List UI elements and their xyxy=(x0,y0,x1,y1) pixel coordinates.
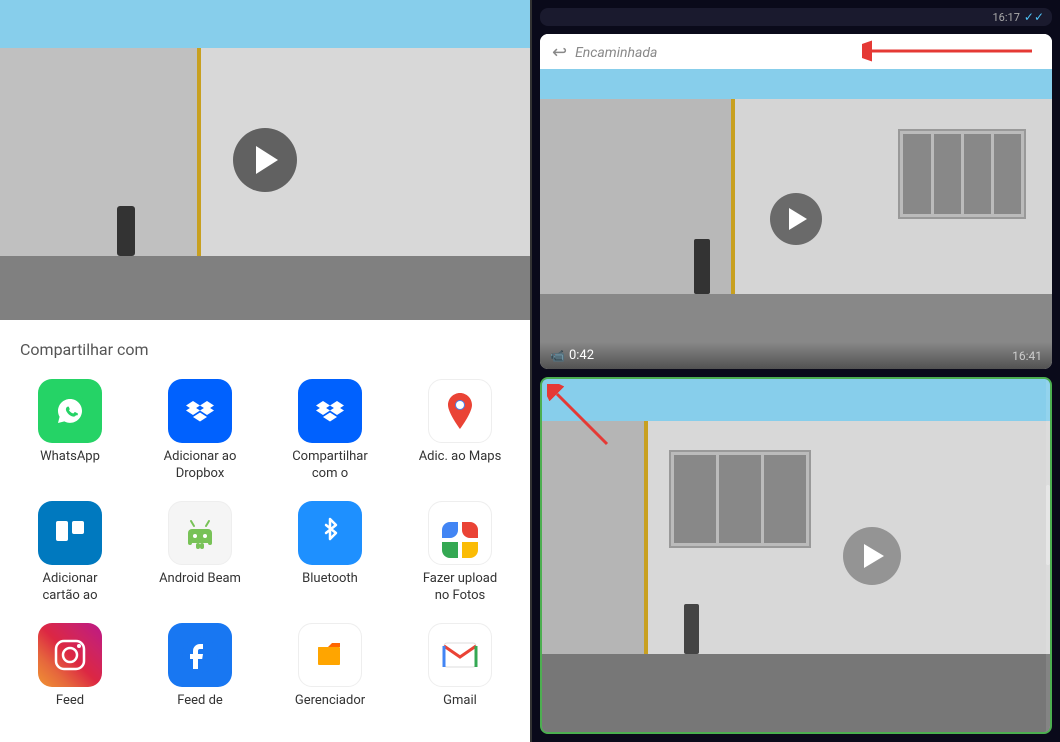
left-panel: Compartilhar com WhatsApp xyxy=(0,0,530,742)
app-instagram[interactable]: Feed xyxy=(10,623,130,710)
petal-green xyxy=(442,542,458,558)
play-button-fwd[interactable] xyxy=(770,193,822,245)
maps-label: Adic. ao Maps xyxy=(419,449,502,466)
scroll-track xyxy=(1046,379,1050,732)
app-android-beam[interactable]: Android Beam xyxy=(140,501,260,605)
forwarded-text: Encaminhada xyxy=(575,45,657,61)
play-button-left[interactable] xyxy=(233,128,297,192)
app-whatsapp[interactable]: WhatsApp xyxy=(10,379,130,483)
gmail-label: Gmail xyxy=(443,693,477,710)
app-maps[interactable]: Adic. ao Maps xyxy=(400,379,520,483)
app-bluetooth[interactable]: Bluetooth xyxy=(270,501,390,605)
play-button-bottom[interactable] xyxy=(843,527,901,585)
facebook-label: Feed de xyxy=(177,693,223,710)
share-title: Compartilhar com xyxy=(10,340,520,359)
app-dropbox-add[interactable]: Adicionar aoDropbox xyxy=(140,379,260,483)
dropbox-add-label: Adicionar aoDropbox xyxy=(164,449,237,483)
files-icon xyxy=(298,623,362,687)
bottom-video-bubble[interactable] xyxy=(540,377,1052,734)
gmail-icon xyxy=(428,623,492,687)
top-time: 16:17 xyxy=(992,11,1019,24)
dropbox-share-icon xyxy=(298,379,362,443)
red-arrow-bottom xyxy=(547,384,627,454)
scroll-thumb xyxy=(1046,485,1050,565)
maps-icon xyxy=(428,379,492,443)
video-duration: 📹 0:42 xyxy=(550,348,594,363)
trello-label: Adicionarcartão ao xyxy=(42,571,97,605)
red-arrow-fwd xyxy=(862,36,1042,66)
forwarded-bubble: ↪ Encaminhada xyxy=(540,34,1052,369)
right-panel: 16:17 ✓✓ ↪ Encaminhada xyxy=(532,0,1060,742)
bluetooth-icon xyxy=(298,501,362,565)
instagram-icon xyxy=(38,623,102,687)
petal-blue xyxy=(442,522,458,538)
app-trello[interactable]: Adicionarcartão ao xyxy=(10,501,130,605)
android-beam-label: Android Beam xyxy=(159,571,241,588)
petal-yellow xyxy=(462,542,478,558)
photos-label: Fazer uploadno Fotos xyxy=(423,571,497,605)
video-footer-fwd: 📹 0:42 16:41 xyxy=(540,342,1052,369)
play-tri-bottom xyxy=(864,544,884,568)
play-triangle-left xyxy=(256,146,278,174)
files-label: Gerenciador xyxy=(295,693,365,710)
app-dropbox-share[interactable]: Compartilharcom o xyxy=(270,379,390,483)
app-facebook[interactable]: Feed de xyxy=(140,623,260,710)
camera-icon: 📹 xyxy=(550,349,565,363)
bluetooth-label: Bluetooth xyxy=(302,571,358,588)
video-preview-left[interactable] xyxy=(0,0,530,320)
pinwheel xyxy=(442,522,478,558)
photos-icon xyxy=(428,501,492,565)
whatsapp-label: WhatsApp xyxy=(40,449,100,466)
app-gmail[interactable]: Gmail xyxy=(400,623,520,710)
android-icon xyxy=(168,501,232,565)
instagram-label: Feed xyxy=(56,693,84,710)
top-message-strip: 16:17 ✓✓ xyxy=(540,8,1052,26)
dropbox-share-label: Compartilharcom o xyxy=(292,449,368,483)
video-time: 16:41 xyxy=(1012,349,1042,363)
video-thumbnail-forwarded[interactable]: 📹 0:42 16:41 xyxy=(540,69,1052,369)
whatsapp-icon xyxy=(38,379,102,443)
share-sheet: Compartilhar com WhatsApp xyxy=(0,320,530,742)
trello-icon xyxy=(38,501,102,565)
facebook-icon xyxy=(168,623,232,687)
apps-grid: WhatsApp Adicionar aoDropbox xyxy=(10,379,520,709)
petal-red xyxy=(462,522,478,538)
app-files[interactable]: Gerenciador xyxy=(270,623,390,710)
read-checkmarks: ✓✓ xyxy=(1024,10,1044,24)
app-photos[interactable]: Fazer uploadno Fotos xyxy=(400,501,520,605)
forward-icon: ↪ xyxy=(552,42,567,63)
play-tri-fwd xyxy=(789,208,807,230)
dropbox-add-icon xyxy=(168,379,232,443)
